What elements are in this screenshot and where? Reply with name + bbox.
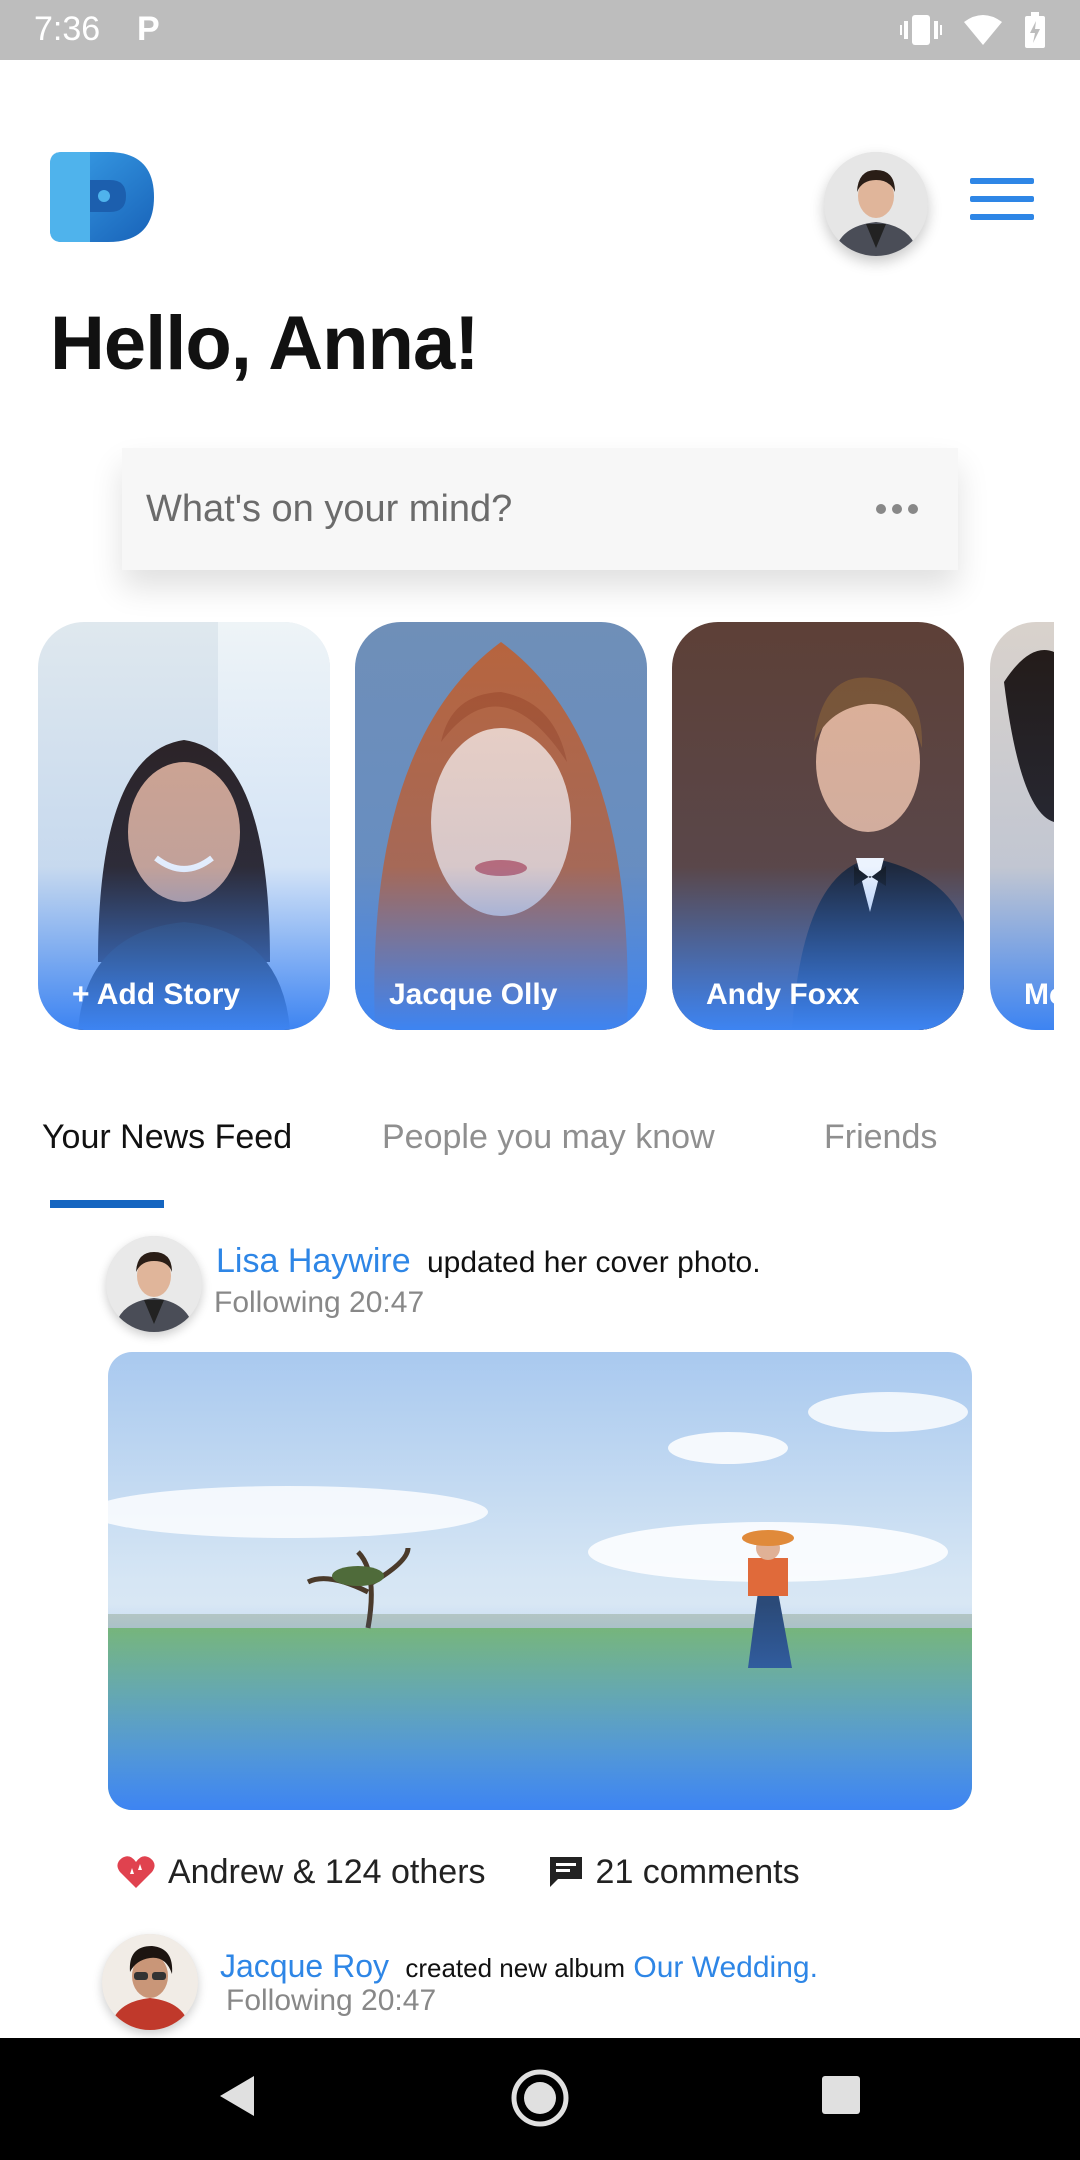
- story-label: Mc: [1024, 978, 1054, 1011]
- story-image: [990, 622, 1054, 1030]
- post-author-avatar[interactable]: [102, 1934, 198, 2030]
- profile-avatar[interactable]: [824, 152, 928, 256]
- story-label: Jacque Olly: [389, 978, 558, 1011]
- story-jacque-olly[interactable]: Jacque Olly: [355, 622, 647, 1030]
- story-label: + Add Story: [72, 978, 241, 1011]
- tab-people-you-may-know[interactable]: People you may know: [382, 1118, 715, 1157]
- recents-icon[interactable]: [822, 2076, 860, 2114]
- comment-icon: [549, 1857, 582, 1887]
- cover-photo-image: [108, 1352, 972, 1810]
- story-label: Andy Foxx: [706, 978, 860, 1011]
- app-indicator-icon: P: [137, 10, 160, 48]
- story-image: [355, 622, 647, 1030]
- status-icons: [900, 12, 1046, 48]
- album-link[interactable]: Our Wedding.: [633, 1951, 818, 1984]
- status-bar: 7:36 P: [0, 0, 1080, 60]
- home-icon[interactable]: [510, 2068, 570, 2128]
- post-meta: Following 20:47: [214, 1286, 425, 1319]
- story-add[interactable]: + Add Story: [38, 622, 330, 1030]
- tab-friends[interactable]: Friends: [824, 1118, 937, 1157]
- post-image[interactable]: [108, 1352, 972, 1810]
- post-composer[interactable]: [122, 448, 958, 570]
- system-nav-bar: [0, 2038, 1080, 2160]
- tab-indicator: [50, 1200, 164, 1208]
- likes-group[interactable]: Andrew & 124 others: [116, 1853, 486, 1892]
- stories-strip: + Add Story Jacque Olly Andy Foxx M: [0, 622, 1080, 1032]
- post-header: Lisa Haywire updated her cover photo.: [216, 1242, 761, 1281]
- post-header: Jacque Roy created new album Our Wedding…: [220, 1948, 818, 1985]
- post-reactions: Andrew & 124 others 21 comments: [116, 1850, 800, 1894]
- story-image: [38, 622, 330, 1030]
- likes-text: Andrew & 124 others: [168, 1852, 486, 1891]
- post-meta: Following 20:47: [226, 1984, 437, 2017]
- wifi-icon: [964, 15, 1002, 45]
- menu-icon[interactable]: [970, 178, 1034, 224]
- post-action-text: updated her cover photo.: [426, 1246, 761, 1279]
- story-mc[interactable]: Mc: [990, 622, 1054, 1030]
- back-icon[interactable]: [216, 2072, 258, 2120]
- post-author-name[interactable]: Jacque Roy: [220, 1948, 389, 1984]
- post-action-text: created new album: [405, 1953, 626, 1983]
- feed-tabs: Your News Feed People you may know Frien…: [0, 1112, 1080, 1212]
- composer-input[interactable]: [144, 486, 784, 532]
- greeting-title: Hello, Anna!: [50, 301, 480, 386]
- battery-icon: [1025, 12, 1045, 48]
- post-author-name[interactable]: Lisa Haywire: [216, 1242, 411, 1280]
- story-andy-foxx[interactable]: Andy Foxx: [672, 622, 964, 1030]
- status-time: 7:36: [34, 10, 101, 48]
- more-options-icon[interactable]: [876, 504, 918, 514]
- vibrate-icon: [900, 15, 942, 45]
- post-author-avatar[interactable]: [106, 1236, 202, 1332]
- heart-icon: [117, 1856, 155, 1888]
- tab-your-news-feed[interactable]: Your News Feed: [42, 1118, 292, 1157]
- comments-text: 21 comments: [595, 1852, 800, 1891]
- story-image: [672, 622, 964, 1030]
- comments-group[interactable]: 21 comments: [548, 1853, 800, 1892]
- app-logo-icon: [50, 152, 154, 242]
